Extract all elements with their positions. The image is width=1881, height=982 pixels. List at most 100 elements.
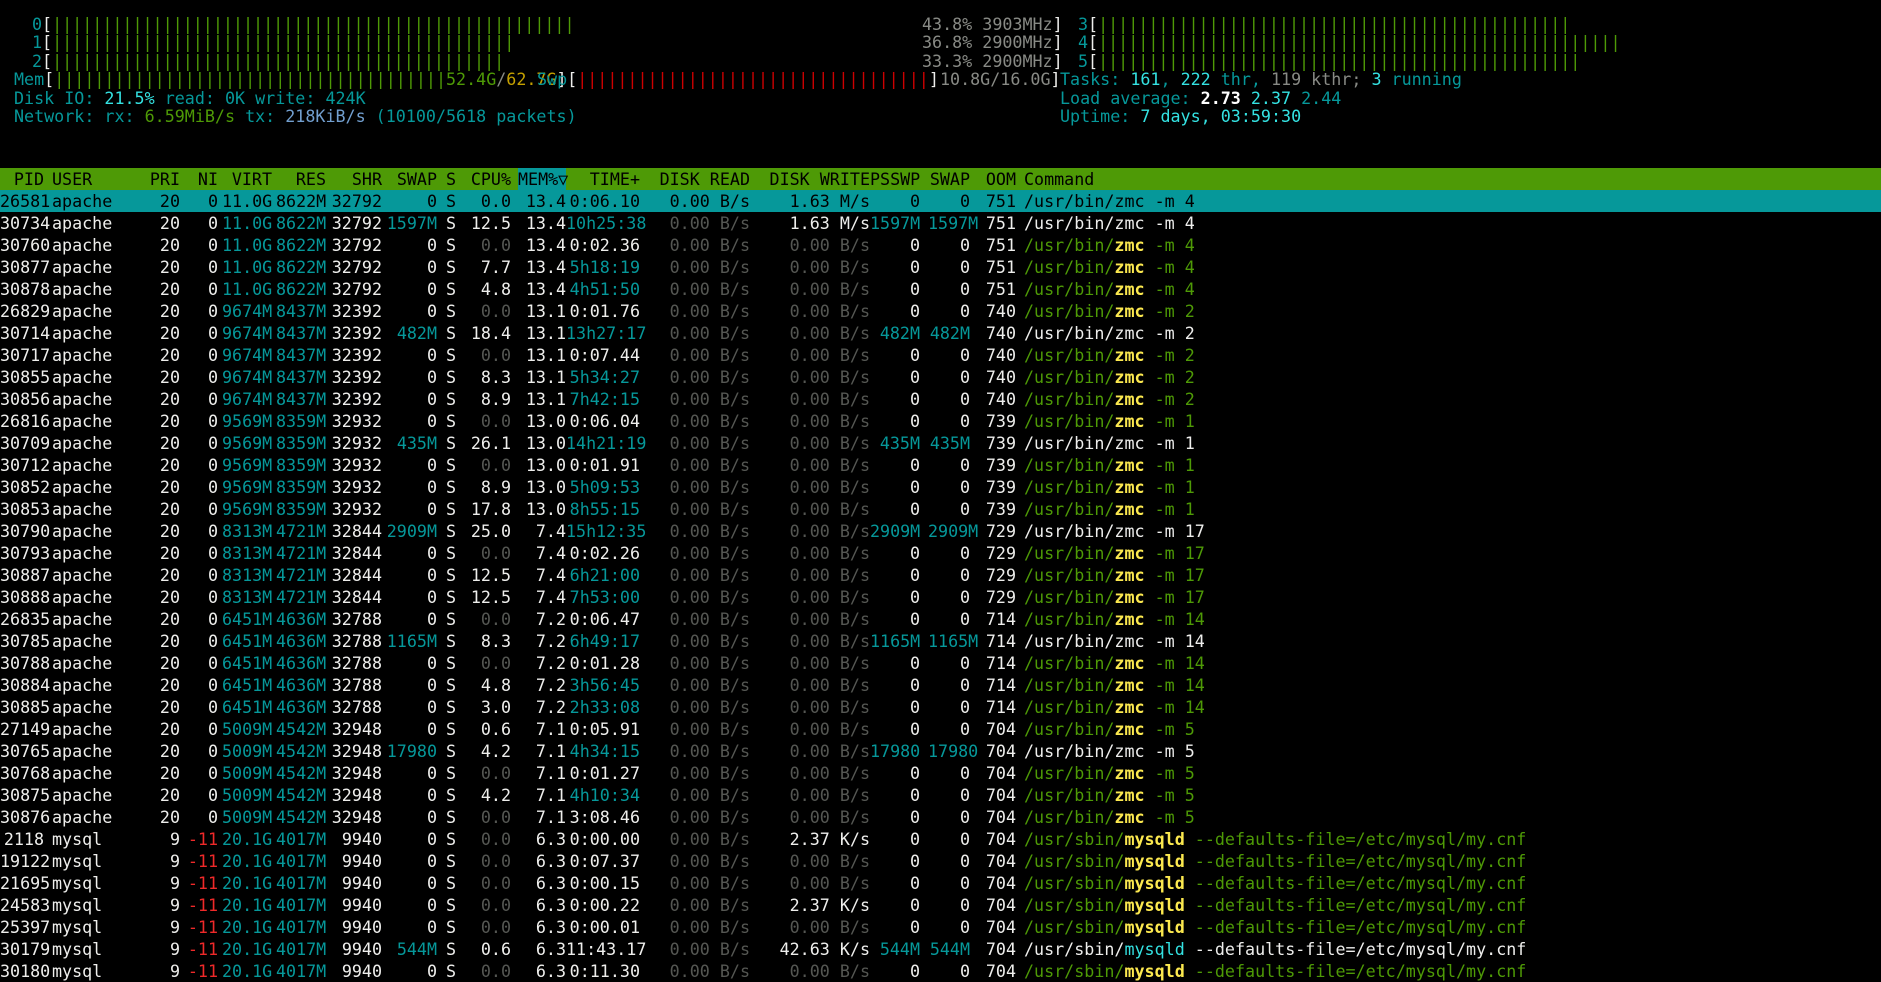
column-cpu-[interactable]: CPU% bbox=[465, 168, 511, 190]
process-user: apache bbox=[52, 697, 113, 717]
process-row[interactable]: 30887 apache 20 0 8313M 4721M 32844 0 S 12.5 7.4 6h… bbox=[0, 564, 1881, 586]
process-swap: 17980 bbox=[386, 741, 437, 761]
process-row[interactable]: 19122 mysql 9 -11 20.1G 4017M 9940 0 S 0.0 6.3 0:07… bbox=[0, 850, 1881, 872]
process-row[interactable]: 30793 apache 20 0 8313M 4721M 32844 0 S 0.0 7.4 0:0… bbox=[0, 542, 1881, 564]
process-time-: 0:00.22 bbox=[569, 895, 640, 915]
process-row[interactable]: 30855 apache 20 0 9674M 8437M 32392 0 S 8.3 13.1 5h… bbox=[0, 366, 1881, 388]
process-row[interactable]: 25397 mysql 9 -11 20.1G 4017M 9940 0 S 0.0 6.3 0:00… bbox=[0, 916, 1881, 938]
process-psswp: 0 bbox=[909, 697, 920, 717]
process-row[interactable]: 30785 apache 20 0 6451M 4636M 32788 1165M S 8.3 7.… bbox=[0, 630, 1881, 652]
process-disk-write: 0.00 B/s bbox=[789, 499, 870, 519]
process-s: S bbox=[446, 697, 457, 717]
process-mem-: 6.3 bbox=[535, 851, 566, 871]
column-res[interactable]: RES bbox=[276, 168, 326, 190]
command-args: --defaults-file=/etc/mysql/my.cnf bbox=[1184, 917, 1527, 937]
command-name: zmc bbox=[1114, 323, 1145, 343]
process-command: /usr/bin/zmc -m 4 bbox=[1024, 256, 1195, 278]
process-row[interactable]: 30768 apache 20 0 5009M 4542M 32948 0 S 0.0 7.1 0:0… bbox=[0, 762, 1881, 784]
column-ni[interactable]: NI bbox=[186, 168, 218, 190]
process-cpu-: 0.0 bbox=[480, 191, 511, 211]
column-disk-write[interactable]: DISK WRITE bbox=[760, 168, 870, 190]
process-disk-read: 0.00 B/s bbox=[669, 917, 750, 937]
process-virt: 9569M bbox=[222, 433, 273, 453]
process-row[interactable]: 24583 mysql 9 -11 20.1G 4017M 9940 0 S 0.0 6.3 0:00… bbox=[0, 894, 1881, 916]
process-row[interactable]: 30888 apache 20 0 8313M 4721M 32844 0 S 12.5 7.4 7h… bbox=[0, 586, 1881, 608]
command-name: zmc bbox=[1114, 763, 1145, 783]
column-swap[interactable]: SWAP bbox=[385, 168, 437, 190]
process-row[interactable]: 30734 apache 20 0 11.0G 8622M 32792 1597M S 12.5 1… bbox=[0, 212, 1881, 234]
process-row[interactable]: 30852 apache 20 0 9569M 8359M 32932 0 S 8.9 13.0 5h… bbox=[0, 476, 1881, 498]
process-row[interactable]: 30788 apache 20 0 6451M 4636M 32788 0 S 0.0 7.2 0:0… bbox=[0, 652, 1881, 674]
command-path: /usr/bin/ bbox=[1024, 785, 1115, 805]
process-disk-read: 0.00 B/s bbox=[669, 873, 750, 893]
command-path: /usr/bin/ bbox=[1024, 741, 1115, 761]
column-command[interactable]: Command bbox=[1024, 168, 1094, 190]
process-row[interactable]: 30875 apache 20 0 5009M 4542M 32948 0 S 4.2 7.1 4h1… bbox=[0, 784, 1881, 806]
command-args: -m 4 bbox=[1144, 279, 1195, 299]
command-path: /usr/bin/ bbox=[1024, 367, 1115, 387]
process-row[interactable]: 2118 mysql 9 -11 20.1G 4017M 9940 0 S 0.0 6.3 0:00.… bbox=[0, 828, 1881, 850]
process-row[interactable]: 30878 apache 20 0 11.0G 8622M 32792 0 S 4.8 13.4 4h… bbox=[0, 278, 1881, 300]
process-row[interactable]: 30876 apache 20 0 5009M 4542M 32948 0 S 0.0 7.1 3:0… bbox=[0, 806, 1881, 828]
process-row[interactable]: 30853 apache 20 0 9569M 8359M 32932 0 S 17.8 13.0 8… bbox=[0, 498, 1881, 520]
process-psswp: 1165M bbox=[870, 631, 921, 651]
process-row[interactable]: 30884 apache 20 0 6451M 4636M 32788 0 S 4.8 7.2 3h5… bbox=[0, 674, 1881, 696]
command-path: /usr/bin/ bbox=[1024, 301, 1115, 321]
process-row[interactable]: 30712 apache 20 0 9569M 8359M 32932 0 S 0.0 13.0 0:… bbox=[0, 454, 1881, 476]
process-row[interactable]: 30877 apache 20 0 11.0G 8622M 32792 0 S 7.7 13.4 5h… bbox=[0, 256, 1881, 278]
process-command: /usr/bin/zmc -m 1 bbox=[1024, 498, 1195, 520]
process-row[interactable]: 26816 apache 20 0 9569M 8359M 32932 0 S 0.0 13.0 0:… bbox=[0, 410, 1881, 432]
column-mem-[interactable]: MEM%▽ bbox=[518, 168, 568, 190]
process-psswp: 0 bbox=[909, 785, 920, 805]
command-path: /usr/bin/ bbox=[1024, 345, 1115, 365]
process-psswp: 435M bbox=[879, 433, 920, 453]
process-oom: 704 bbox=[985, 917, 1016, 937]
column-swap[interactable]: SWAP bbox=[928, 168, 970, 190]
process-row[interactable]: 30790 apache 20 0 8313M 4721M 32844 2909M S 25.0 7… bbox=[0, 520, 1881, 542]
process-time-: 15h12:35 bbox=[566, 521, 647, 541]
process-row[interactable]: 30709 apache 20 0 9569M 8359M 32932 435M S 26.1 13… bbox=[0, 432, 1881, 454]
command-name: zmc bbox=[1114, 213, 1145, 233]
process-virt: 5009M bbox=[222, 785, 273, 805]
process-user: apache bbox=[52, 257, 113, 277]
process-row[interactable]: 30885 apache 20 0 6451M 4636M 32788 0 S 3.0 7.2 2h3… bbox=[0, 696, 1881, 718]
column-user[interactable]: USER bbox=[52, 168, 92, 190]
process-row[interactable]: 26835 apache 20 0 6451M 4636M 32788 0 S 0.0 7.2 0:0… bbox=[0, 608, 1881, 630]
process-row[interactable]: 30760 apache 20 0 11.0G 8622M 32792 0 S 0.0 13.4 0:… bbox=[0, 234, 1881, 256]
process-swap: 0 bbox=[959, 301, 970, 321]
process-disk-write: 2.37 K/s bbox=[789, 829, 870, 849]
process-row[interactable]: 30180 mysql 9 -11 20.1G 4017M 9940 0 S 0.0 6.3 0:11… bbox=[0, 960, 1881, 982]
process-pri: 20 bbox=[159, 543, 180, 563]
process-row[interactable]: 30714 apache 20 0 9674M 8437M 32392 482M S 18.4 13… bbox=[0, 322, 1881, 344]
process-row[interactable]: 30856 apache 20 0 9674M 8437M 32392 0 S 8.9 13.1 7h… bbox=[0, 388, 1881, 410]
process-pid: 30734 bbox=[0, 213, 51, 233]
process-disk-read: 0.00 B/s bbox=[669, 411, 750, 431]
column-psswp[interactable]: PSSWP bbox=[870, 168, 920, 190]
process-pid: 30877 bbox=[0, 257, 51, 277]
process-disk-write: 0.00 B/s bbox=[789, 389, 870, 409]
process-row[interactable]: 30179 mysql 9 -11 20.1G 4017M 9940 544M S 0.6 6.3 1… bbox=[0, 938, 1881, 960]
column-oom[interactable]: OOM bbox=[976, 168, 1016, 190]
column-disk-read[interactable]: DISK READ bbox=[650, 168, 750, 190]
process-row[interactable]: 26581 apache 20 0 11.0G 8622M 32792 0 S 0.0 13.4 0:… bbox=[0, 190, 1881, 212]
process-command: /usr/bin/zmc -m 17 bbox=[1024, 564, 1205, 586]
column-shr[interactable]: SHR bbox=[330, 168, 382, 190]
process-command: /usr/bin/zmc -m 14 bbox=[1024, 630, 1205, 652]
load-15: 2.44 bbox=[1301, 87, 1342, 108]
command-name: zmc bbox=[1114, 587, 1145, 607]
column-pri[interactable]: PRI bbox=[148, 168, 180, 190]
process-psswp: 0 bbox=[909, 411, 920, 431]
process-time-: 0:06.04 bbox=[569, 411, 640, 431]
column-virt[interactable]: VIRT bbox=[222, 168, 272, 190]
process-row[interactable]: 30765 apache 20 0 5009M 4542M 32948 17980 S 4.2 7.… bbox=[0, 740, 1881, 762]
process-row[interactable]: 27149 apache 20 0 5009M 4542M 32948 0 S 0.6 7.1 0:0… bbox=[0, 718, 1881, 740]
column-s[interactable]: S bbox=[446, 168, 456, 190]
process-user: apache bbox=[52, 675, 113, 695]
process-row[interactable]: 21695 mysql 9 -11 20.1G 4017M 9940 0 S 0.0 6.3 0:00… bbox=[0, 872, 1881, 894]
process-oom: 704 bbox=[985, 851, 1016, 871]
column-pid[interactable]: PID bbox=[0, 168, 44, 190]
process-s: S bbox=[446, 279, 457, 299]
process-row[interactable]: 30717 apache 20 0 9674M 8437M 32392 0 S 0.0 13.1 0:… bbox=[0, 344, 1881, 366]
column-time-[interactable]: TIME+ bbox=[566, 168, 640, 190]
process-row[interactable]: 26829 apache 20 0 9674M 8437M 32392 0 S 0.0 13.1 0:… bbox=[0, 300, 1881, 322]
